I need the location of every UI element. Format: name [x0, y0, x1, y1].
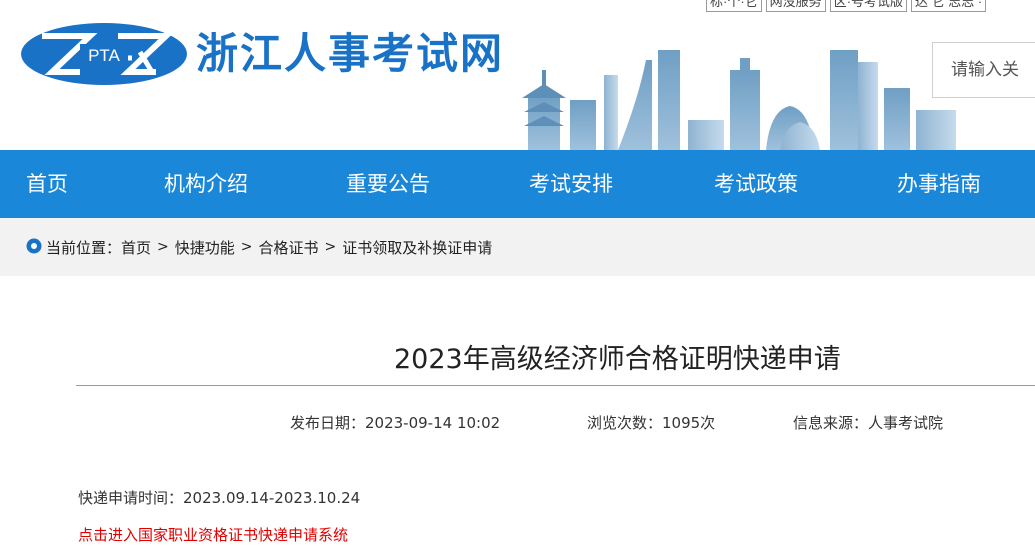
breadcrumb-home[interactable]: 首页 [121, 237, 151, 258]
search-input[interactable] [932, 42, 1035, 98]
logo-text: PTA [88, 46, 120, 65]
breadcrumb-separator: > [240, 239, 253, 255]
breadcrumb-separator: > [157, 239, 169, 255]
nav-item-about[interactable]: 机构介绍 [164, 150, 248, 218]
top-links: 标·个·它 网没服务 区·号考试版 达 它 志志 · [706, 0, 987, 12]
top-link-4[interactable]: 达 它 志志 · [911, 0, 987, 12]
info-source: 信息来源：人事考试院 [793, 414, 944, 432]
nav-item-home[interactable]: 首页 [26, 150, 68, 218]
location-pin-icon [26, 238, 42, 254]
breadcrumb-prefix: 当前位置： [46, 238, 122, 257]
top-link-2[interactable]: 网没服务 [765, 0, 826, 12]
breadcrumb-current[interactable]: 证书领取及补换证申请 [342, 237, 492, 258]
article-title: 2023年高级经济师合格证明快递申请 [394, 344, 841, 375]
breadcrumb: 当前位置： 首页 > 快捷功能 > 合格证书 > 证书领取及补换证申请 [26, 237, 492, 257]
site-header: 标·个·它 网没服务 区·号考试版 达 它 志志 · PTA 浙江人事考试网 [0, 0, 1035, 150]
breadcrumb-bar: 当前位置： 首页 > 快捷功能 > 合格证书 > 证书领取及补换证申请 [0, 218, 1035, 276]
top-link-3[interactable]: 区·号考试版 [829, 0, 908, 12]
nav-item-exam-policy[interactable]: 考试政策 [714, 150, 798, 218]
nav-item-guide[interactable]: 办事指南 [897, 150, 981, 218]
express-apply-link[interactable]: 点击进入国家职业资格证书快递申请系统 [78, 524, 348, 546]
apply-period: 快递申请时间：2023.09.14-2023.10.24 [78, 489, 361, 507]
nav-item-exam-schedule[interactable]: 考试安排 [529, 150, 613, 218]
breadcrumb-separator: > [324, 239, 337, 255]
breadcrumb-quick-functions[interactable]: 快捷功能 [175, 237, 235, 258]
nav-item-announcements[interactable]: 重要公告 [346, 150, 430, 218]
publish-date: 发布日期：2023-09-14 10:02 [290, 414, 501, 432]
breadcrumb-certificates[interactable]: 合格证书 [259, 237, 319, 258]
pta-logo-icon[interactable]: PTA [20, 22, 188, 86]
view-count: 浏览次数：1095次 [587, 414, 716, 432]
main-nav: 首页 机构介绍 重要公告 考试安排 考试政策 办事指南 [0, 150, 1035, 218]
site-title: 浙江人事考试网 [196, 29, 505, 78]
city-skyline-icon [522, 50, 956, 150]
title-divider [76, 385, 1035, 386]
top-link-1[interactable]: 标·个·它 [706, 0, 762, 12]
